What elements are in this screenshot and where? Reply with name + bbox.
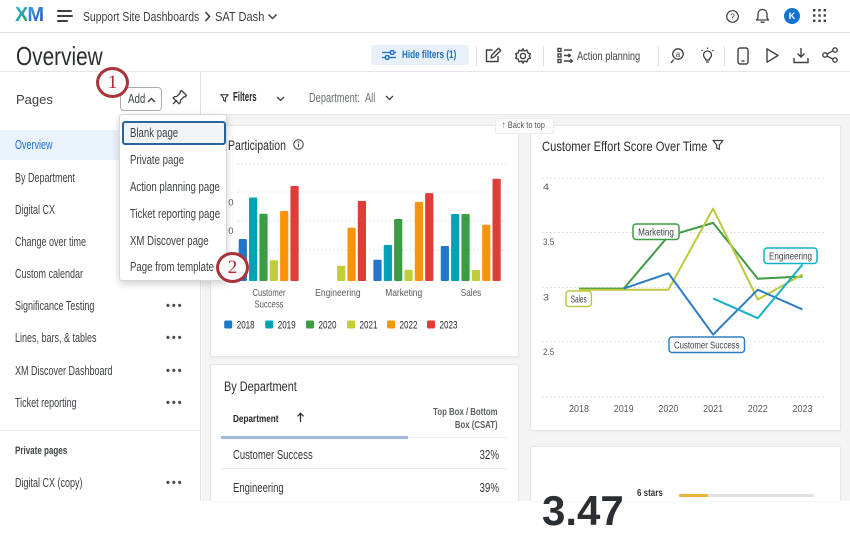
svg-text:4: 4 bbox=[543, 182, 549, 193]
svg-text:Customer: Customer bbox=[253, 287, 286, 299]
svg-text:2018: 2018 bbox=[237, 320, 255, 332]
svg-text:2018: 2018 bbox=[569, 404, 589, 415]
svg-text:2020: 2020 bbox=[319, 320, 337, 332]
svg-text:2022: 2022 bbox=[748, 404, 768, 415]
svg-text:2022: 2022 bbox=[400, 320, 418, 332]
svg-text:Marketing: Marketing bbox=[638, 227, 674, 239]
svg-text:2021: 2021 bbox=[703, 404, 723, 415]
svg-text:2021: 2021 bbox=[360, 320, 378, 332]
svg-text:Sales: Sales bbox=[571, 294, 587, 306]
svg-text:2019: 2019 bbox=[614, 404, 634, 415]
svg-text:a: a bbox=[676, 50, 681, 59]
svg-text:2023: 2023 bbox=[440, 320, 458, 332]
svg-text:2019: 2019 bbox=[278, 320, 296, 332]
svg-text:Sales: Sales bbox=[461, 287, 482, 299]
svg-text:Marketing: Marketing bbox=[385, 287, 422, 299]
svg-text:2020: 2020 bbox=[658, 404, 678, 415]
svg-text:Success: Success bbox=[255, 299, 284, 311]
svg-text:Engineering: Engineering bbox=[315, 287, 361, 299]
svg-text:?: ? bbox=[730, 12, 735, 22]
svg-text:3.5: 3.5 bbox=[543, 237, 554, 248]
svg-text:Engineering: Engineering bbox=[769, 251, 812, 263]
svg-text:Customer Success: Customer Success bbox=[674, 340, 740, 352]
svg-text:3: 3 bbox=[543, 292, 549, 303]
svg-text:2023: 2023 bbox=[793, 404, 813, 415]
svg-text:2.5: 2.5 bbox=[543, 347, 554, 358]
